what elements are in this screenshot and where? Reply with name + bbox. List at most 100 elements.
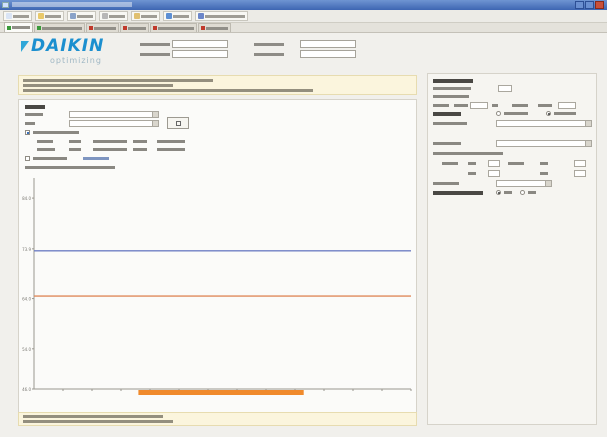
location-heading [25,105,45,109]
project-name-input[interactable] [172,40,228,48]
client-name-label [254,43,284,46]
installation-altitude-label [433,87,471,90]
emitter-type-select[interactable] [496,140,592,147]
heating-label [433,104,449,107]
map-icon [176,121,181,126]
project-name-label [140,43,170,46]
temperature-option-label [33,131,79,134]
emitter-type-label [433,142,461,145]
winter-night-value [157,140,185,143]
notice-line [23,89,313,92]
minimize-button[interactable] [575,1,584,9]
summer-night-label [133,148,147,151]
app-icon [2,2,9,8]
new-button[interactable] [3,11,32,21]
open-icon [38,13,44,19]
toolbar-button-label [205,14,245,18]
reference-label [140,53,170,56]
backup-yes-label [504,191,512,194]
map-button[interactable] [167,117,189,129]
altitude-input[interactable] [498,85,512,92]
lw-cooling-max-input[interactable] [574,170,586,177]
toolbar-button-label [173,14,189,18]
tab-label [12,26,30,29]
close-button[interactable] [595,1,604,9]
backup-no-radio[interactable] [520,190,525,195]
dhw-checkbox[interactable] [25,156,30,161]
temperature-checkbox[interactable] [25,130,30,135]
open-button[interactable] [35,11,64,21]
tab-3[interactable] [86,23,119,32]
help-icon [166,13,172,19]
power-supply-select[interactable] [496,180,552,187]
lw-cooling-max-label [540,172,548,175]
chevron-down-icon [545,181,551,186]
reference-input[interactable] [172,50,228,58]
lw-cooling-min-label [540,162,548,165]
error-icon [153,26,157,30]
print-button[interactable] [99,11,128,21]
heat-cool-radio[interactable] [546,111,551,116]
design-conditions-heading [433,79,473,83]
title-bar [0,0,607,10]
database-button[interactable] [195,11,248,21]
heat-cool-label [554,112,576,115]
design-panel [427,73,597,425]
temperature-chart: 84.0 73.9 64.0 54.0 46.0 [18,178,417,403]
lw-cooling-min-input[interactable] [574,160,586,167]
save-icon [70,13,76,19]
help-button[interactable] [163,11,192,21]
tab-4[interactable] [120,23,149,32]
tab-label [158,26,194,30]
heating-unit-label [454,104,468,107]
error-icon [123,26,127,30]
toolbar [0,10,607,23]
power-supply-label [433,182,459,185]
winter-night-label [133,140,147,143]
country-select[interactable] [69,111,159,118]
chart-caption [25,166,115,169]
temperature-chart-plot: 84.0 73.9 64.0 54.0 46.0 [22,178,412,395]
cooling-unit-label [538,104,552,107]
heating-capacity-input[interactable] [470,102,488,109]
heating-only-radio[interactable] [496,111,501,116]
y-tick-label: 84.0 [22,196,31,201]
lw-heating-min-input[interactable] [488,160,500,167]
heating-emitter-label [433,122,467,125]
city-select[interactable] [69,120,159,127]
dhw-label [33,157,67,160]
maximize-button[interactable] [585,1,594,9]
summer-night-value [157,148,185,151]
lw-heating-max-input[interactable] [488,170,500,177]
backup-no-label [528,191,536,194]
tab-6[interactable] [198,23,231,32]
tab-label [206,26,228,30]
y-tick-label: 64.0 [22,297,31,302]
cooling-capacity-input[interactable] [558,102,576,109]
client-name-input[interactable] [300,40,356,48]
backup-yes-radio[interactable] [496,190,501,195]
print-icon [102,13,108,19]
preferences-button[interactable] [131,11,160,21]
number-label [254,53,284,56]
tab-label [94,26,116,30]
heating-emitter-select[interactable] [496,120,592,127]
chevron-down-icon [585,141,591,146]
tab-5[interactable] [150,23,197,32]
window-title [12,2,132,7]
preferences-icon [134,13,140,19]
new-icon [6,13,12,19]
database-icon [198,13,204,19]
tab-1[interactable] [4,22,33,32]
hint-link[interactable] [83,157,109,160]
check-icon [7,25,11,30]
toolbar-button-label [141,14,157,18]
chevron-down-icon [585,121,591,126]
error-icon [201,26,205,30]
winter-label [37,140,53,143]
window-controls [575,1,604,9]
tab-2[interactable] [34,23,85,32]
number-input[interactable] [300,50,356,58]
save-button[interactable] [67,11,96,21]
summer-label [37,148,55,151]
